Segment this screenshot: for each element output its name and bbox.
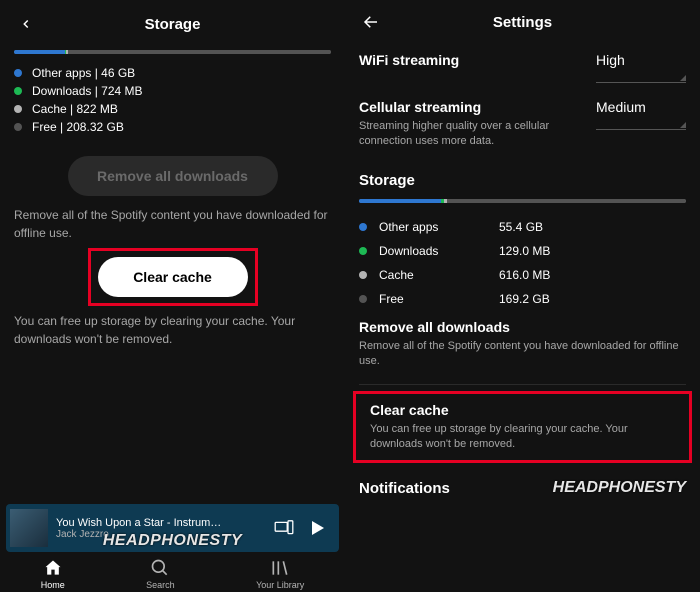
storage-name: Cache: [379, 268, 499, 282]
storage-name: Downloads: [379, 244, 499, 258]
settings-screen: Settings WiFi streaming High Cellular st…: [345, 0, 700, 592]
nav-home[interactable]: Home: [41, 558, 65, 590]
legend-label: Free | 208.32 GB: [32, 120, 124, 134]
back-button[interactable]: [359, 10, 383, 34]
bar-free: [68, 50, 331, 54]
legend-item: Free | 208.32 GB: [14, 120, 331, 134]
bottom-nav: Home Search Your Library: [0, 552, 345, 592]
storage-name: Free: [379, 292, 499, 306]
storage-value: 616.0 MB: [499, 268, 550, 282]
legend-label: Other apps | 46 GB: [32, 66, 135, 80]
cellular-streaming-row[interactable]: Cellular streaming Streaming higher qual…: [345, 91, 700, 158]
chevron-down-icon: [680, 75, 686, 81]
album-art: [10, 509, 48, 547]
divider: [359, 384, 686, 385]
dot-icon: [14, 69, 22, 77]
play-icon[interactable]: [307, 517, 329, 539]
storage-legend: Other apps | 46 GB Downloads | 724 MB Ca…: [0, 66, 345, 146]
dot-icon: [359, 295, 367, 303]
dot-icon: [359, 247, 367, 255]
table-row: Other apps55.4 GB: [359, 215, 686, 239]
legend-label: Downloads | 724 MB: [32, 84, 143, 98]
bar-other-apps: [14, 50, 65, 54]
setting-sublabel: Streaming higher quality over a cellular…: [359, 119, 559, 150]
wifi-streaming-dropdown[interactable]: High: [596, 52, 686, 83]
table-row: Downloads129.0 MB: [359, 239, 686, 263]
dot-icon: [359, 223, 367, 231]
storage-value: 55.4 GB: [499, 220, 543, 234]
section-item-title: Clear cache: [370, 402, 675, 418]
home-icon: [42, 558, 64, 578]
remove-downloads-button[interactable]: Remove all downloads: [68, 156, 278, 196]
dot-icon: [359, 271, 367, 279]
storage-value: 169.2 GB: [499, 292, 550, 306]
nav-label: Home: [41, 580, 65, 590]
track-title: You Wish Upon a Star - Instrum…: [56, 517, 273, 529]
storage-value: 129.0 MB: [499, 244, 550, 258]
legend-item: Cache | 822 MB: [14, 102, 331, 116]
dropdown-value: Medium: [596, 99, 646, 115]
dot-icon: [14, 123, 22, 131]
dropdown-value: High: [596, 52, 625, 68]
wifi-streaming-row[interactable]: WiFi streaming High: [345, 44, 700, 91]
remove-downloads-description: Remove all of the Spotify content you ha…: [0, 206, 345, 242]
remove-downloads-section[interactable]: Remove all downloads Remove all of the S…: [345, 311, 700, 378]
watermark: HEADPHONESTY: [553, 479, 686, 497]
search-icon: [149, 558, 171, 578]
legend-item: Downloads | 724 MB: [14, 84, 331, 98]
devices-icon[interactable]: [273, 517, 295, 539]
section-item-desc: Remove all of the Spotify content you ha…: [359, 339, 686, 370]
library-icon: [269, 558, 291, 578]
section-item-desc: You can free up storage by clearing your…: [370, 422, 675, 453]
nav-label: Search: [146, 580, 175, 590]
chevron-down-icon: [680, 122, 686, 128]
section-title: Storage: [345, 158, 700, 195]
bar-free: [447, 199, 686, 203]
back-button[interactable]: [14, 12, 38, 36]
legend-item: Other apps | 46 GB: [14, 66, 331, 80]
clear-cache-description: You can free up storage by clearing your…: [0, 312, 345, 348]
nav-label: Your Library: [256, 580, 304, 590]
clear-cache-button[interactable]: Clear cache: [98, 257, 248, 297]
header: Settings: [345, 0, 700, 44]
setting-label: Cellular streaming: [359, 99, 559, 115]
nav-library[interactable]: Your Library: [256, 558, 304, 590]
dot-icon: [14, 87, 22, 95]
page-title: Settings: [383, 14, 662, 31]
now-playing-controls: [273, 517, 329, 539]
clear-cache-section[interactable]: Clear cache You can free up storage by c…: [356, 394, 689, 461]
section-item-title: Remove all downloads: [359, 319, 686, 335]
page-title: Storage: [38, 16, 307, 33]
storage-bar: [359, 199, 686, 203]
storage-screen: Storage Other apps | 46 GB Downloads | 7…: [0, 0, 345, 592]
nav-search[interactable]: Search: [146, 558, 175, 590]
cellular-streaming-dropdown[interactable]: Medium: [596, 99, 686, 130]
storage-table: Other apps55.4 GB Downloads129.0 MB Cach…: [345, 215, 700, 311]
header: Storage: [0, 0, 345, 46]
storage-name: Other apps: [379, 220, 499, 234]
watermark: HEADPHONESTY: [103, 532, 242, 550]
bar-other-apps: [359, 199, 441, 203]
setting-label: WiFi streaming: [359, 52, 459, 68]
table-row: Cache616.0 MB: [359, 263, 686, 287]
legend-label: Cache | 822 MB: [32, 102, 118, 116]
table-row: Free169.2 GB: [359, 287, 686, 311]
highlight-annotation: Clear cache: [88, 248, 258, 306]
highlight-annotation: Clear cache You can free up storage by c…: [353, 391, 692, 464]
storage-bar: [14, 50, 331, 54]
dot-icon: [14, 105, 22, 113]
section-title: Notifications: [359, 480, 450, 497]
